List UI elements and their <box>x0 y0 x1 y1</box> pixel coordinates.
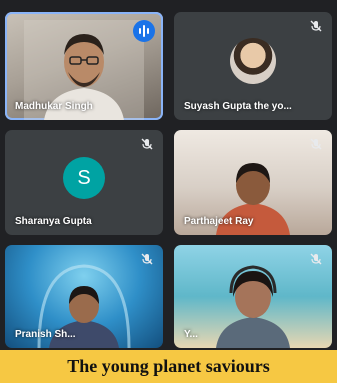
mic-off-icon <box>310 138 322 150</box>
mic-off-icon <box>310 20 322 32</box>
participant-name: Sharanya Gupta <box>15 216 92 227</box>
participant-tile-suyash-gupta[interactable]: Suyash Gupta the yo... <box>174 12 332 120</box>
mic-off-icon <box>141 138 153 150</box>
participant-tile-6[interactable]: Y... <box>174 245 332 348</box>
avatar <box>230 38 276 84</box>
video-call-grid: Madhukar Singh Suyash Gupta the yo... S … <box>0 0 337 350</box>
avatar: S <box>63 156 105 199</box>
mic-off-icon <box>141 253 153 265</box>
participant-tile-sharanya-gupta[interactable]: S Sharanya Gupta <box>5 130 163 235</box>
participant-tile-pranish[interactable]: Pranish Sh... <box>5 245 163 348</box>
mic-off-icon <box>310 253 322 265</box>
participant-tile-madhukar-singh[interactable]: Madhukar Singh <box>5 12 163 120</box>
participant-video <box>216 265 290 348</box>
participant-name: Madhukar Singh <box>15 101 93 112</box>
participant-name: Y... <box>184 329 198 340</box>
participant-tile-parthajeet-ray[interactable]: Parthajeet Ray <box>174 130 332 235</box>
participant-name: Parthajeet Ray <box>184 216 254 227</box>
participant-name: Pranish Sh... <box>15 329 76 340</box>
participant-name: Suyash Gupta the yo... <box>184 101 292 112</box>
audio-wave-icon <box>133 20 155 42</box>
caption-banner: The young planet saviours <box>0 350 337 383</box>
